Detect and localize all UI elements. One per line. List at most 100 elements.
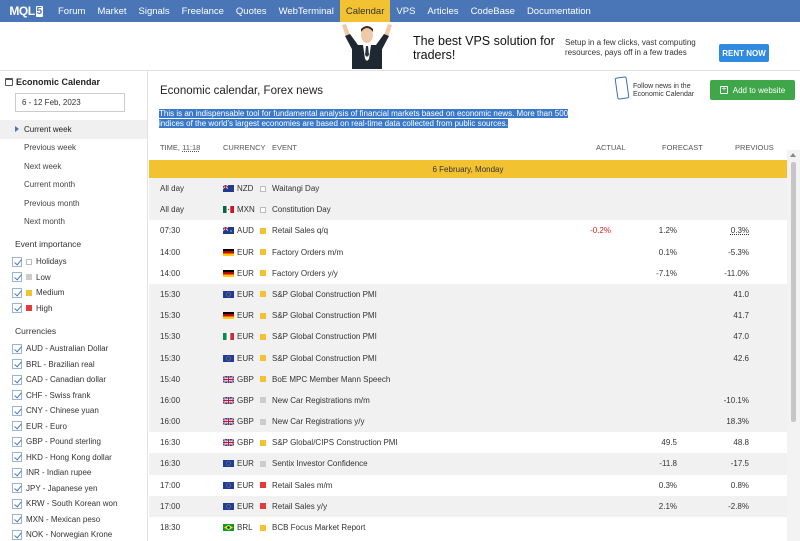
event-name-link[interactable]: S&P Global/CIPS Construction PMI bbox=[272, 438, 398, 447]
date-range-input[interactable]: 6 - 12 Feb, 2023 bbox=[15, 93, 125, 112]
table-row[interactable]: 16:00 GBP New Car Registrations m/m -10.1% bbox=[149, 389, 787, 412]
importance-option[interactable]: Low bbox=[12, 270, 147, 286]
event-time: 07:30 bbox=[160, 226, 181, 236]
table-row[interactable]: 14:00 EUR Factory Orders m/m 0.1% -5.3% bbox=[149, 242, 787, 263]
nav-item-market[interactable]: Market bbox=[91, 0, 132, 22]
table-row[interactable]: 15:30 EUR S&P Global Construction PMI 41.7 bbox=[149, 305, 787, 327]
nav-item-signals[interactable]: Signals bbox=[133, 0, 176, 22]
event-name-link[interactable]: New Car Registrations y/y bbox=[272, 417, 364, 426]
currency-option[interactable]: CAD - Canadian dollar bbox=[12, 372, 147, 388]
checkbox-checked-icon[interactable] bbox=[12, 421, 22, 432]
importance-option[interactable]: Medium bbox=[12, 285, 147, 301]
event-name-link[interactable]: Retail Sales y/y bbox=[272, 502, 327, 511]
checkbox-checked-icon[interactable] bbox=[12, 303, 22, 314]
banner-headline[interactable]: The best VPS solution for traders! bbox=[413, 34, 563, 62]
nav-item-quotes[interactable]: Quotes bbox=[230, 0, 273, 22]
currency-option[interactable]: INR - Indian rupee bbox=[12, 465, 147, 481]
add-to-website-button[interactable]: Add to website bbox=[710, 80, 795, 100]
table-row[interactable]: 15:40 GBP BoE MPC Member Mann Speech bbox=[149, 368, 787, 390]
period-item[interactable]: Previous month bbox=[0, 194, 147, 213]
checkbox-checked-icon[interactable] bbox=[12, 343, 22, 354]
nav-item-webterminal[interactable]: WebTerminal bbox=[273, 0, 340, 22]
currency-option[interactable]: NOK - Norwegian Krone bbox=[12, 527, 147, 541]
table-row[interactable]: All day NZD Waitangi Day bbox=[149, 178, 787, 200]
event-name-link[interactable]: S&P Global Construction PMI bbox=[272, 311, 377, 320]
period-item[interactable]: Next week bbox=[0, 157, 147, 176]
mql5-logo[interactable]: MQL 5 bbox=[0, 0, 52, 22]
nav-item-articles[interactable]: Articles bbox=[421, 0, 464, 22]
checkbox-checked-icon[interactable] bbox=[12, 483, 22, 494]
scroll-up-icon[interactable] bbox=[790, 153, 796, 157]
checkbox-checked-icon[interactable] bbox=[12, 498, 22, 509]
current-time[interactable]: 11:18 bbox=[182, 143, 200, 152]
currency-option[interactable]: CHF - Swiss frank bbox=[12, 388, 147, 404]
scrollbar[interactable] bbox=[787, 150, 800, 541]
currency-option[interactable]: MXN - Mexican peso bbox=[12, 512, 147, 528]
event-name-link[interactable]: Constitution Day bbox=[272, 205, 331, 214]
nav-item-vps[interactable]: VPS bbox=[390, 0, 421, 22]
period-item[interactable]: Previous week bbox=[0, 139, 147, 158]
event-name-link[interactable]: BCB Focus Market Report bbox=[272, 523, 365, 532]
table-row[interactable]: 16:30 EUR Sentix Investor Confidence -11.8 -… bbox=[149, 453, 787, 475]
currency-option[interactable]: GBP - Pound sterling bbox=[12, 434, 147, 450]
event-name-link[interactable]: S&P Global Construction PMI bbox=[272, 354, 377, 363]
importance-option[interactable]: High bbox=[12, 301, 147, 317]
table-row[interactable]: 16:30 GBP S&P Global/CIPS Construction PMI… bbox=[149, 432, 787, 453]
period-item[interactable]: Current month bbox=[0, 176, 147, 195]
rent-now-button[interactable]: RENT NOW bbox=[719, 44, 769, 62]
currency-option[interactable]: BRL - Brazilian real bbox=[12, 357, 147, 373]
event-name-link[interactable]: New Car Registrations m/m bbox=[272, 396, 370, 405]
checkbox-checked-icon[interactable] bbox=[12, 390, 22, 401]
nav-item-codebase[interactable]: CodeBase bbox=[465, 0, 521, 22]
currency-option[interactable]: KRW - South Korean won bbox=[12, 496, 147, 512]
checkbox-checked-icon[interactable] bbox=[12, 359, 22, 370]
checkbox-checked-icon[interactable] bbox=[12, 405, 22, 416]
table-row[interactable]: 17:00 EUR Retail Sales y/y 2.1% -2.8% bbox=[149, 495, 787, 517]
nav-item-calendar[interactable]: Calendar bbox=[339, 0, 391, 22]
currency-option[interactable]: CNY - Chinese yuan bbox=[12, 403, 147, 419]
event-time: 15:30 bbox=[160, 311, 181, 321]
period-item[interactable]: Current week bbox=[0, 120, 147, 139]
event-name-link[interactable]: Sentix Investor Confidence bbox=[272, 459, 368, 468]
importance-option[interactable]: Holidays bbox=[12, 254, 147, 270]
table-row[interactable]: 15:30 EUR S&P Global Construction PMI 41.0 bbox=[149, 283, 787, 306]
checkbox-checked-icon[interactable] bbox=[12, 272, 22, 283]
checkbox-checked-icon[interactable] bbox=[12, 256, 22, 267]
table-row[interactable]: All day MXN Constitution Day bbox=[149, 199, 787, 221]
phone-icon[interactable] bbox=[614, 76, 630, 100]
event-name-link[interactable]: BoE MPC Member Mann Speech bbox=[272, 375, 390, 384]
vps-banner[interactable]: The best VPS solution for traders! Setup… bbox=[0, 22, 800, 70]
table-row[interactable]: 16:00 GBP New Car Registrations y/y 18.3% bbox=[149, 411, 787, 433]
currency-option[interactable]: AUD - Australian Dollar bbox=[12, 341, 147, 357]
currency-option[interactable]: EUR - Euro bbox=[12, 419, 147, 435]
checkbox-checked-icon[interactable] bbox=[12, 514, 22, 525]
nav-item-documentation[interactable]: Documentation bbox=[521, 0, 597, 22]
event-name-link[interactable]: Retail Sales q/q bbox=[272, 226, 328, 235]
scroll-thumb[interactable] bbox=[791, 162, 796, 422]
currency-column-header: CURRENCY bbox=[223, 143, 266, 152]
table-row[interactable]: 17:00 EUR Retail Sales m/m 0.3% 0.8% bbox=[149, 475, 787, 496]
checkbox-checked-icon[interactable] bbox=[12, 529, 22, 540]
checkbox-checked-icon[interactable] bbox=[12, 287, 22, 298]
checkbox-checked-icon[interactable] bbox=[12, 467, 22, 478]
event-name-link[interactable]: Factory Orders y/y bbox=[272, 269, 338, 278]
table-row[interactable]: 15:30 EUR S&P Global Construction PMI 42.6 bbox=[149, 347, 787, 369]
event-name-link[interactable]: Retail Sales m/m bbox=[272, 481, 332, 490]
period-item[interactable]: Next month bbox=[0, 213, 147, 232]
checkbox-checked-icon[interactable] bbox=[12, 436, 22, 447]
nav-item-freelance[interactable]: Freelance bbox=[176, 0, 230, 22]
checkbox-checked-icon[interactable] bbox=[12, 374, 22, 385]
table-row[interactable]: 15:30 EUR S&P Global Construction PMI 47.0 bbox=[149, 326, 787, 348]
table-row[interactable]: 14:00 EUR Factory Orders y/y -7.1% -11.0% bbox=[149, 263, 787, 284]
checkbox-checked-icon[interactable] bbox=[12, 452, 22, 463]
event-name-link[interactable]: Factory Orders m/m bbox=[272, 248, 343, 257]
follow-news-link[interactable]: Follow news in the Economic Calendar bbox=[633, 83, 703, 99]
event-name-link[interactable]: S&P Global Construction PMI bbox=[272, 332, 377, 341]
currency-option[interactable]: HKD - Hong Kong dollar bbox=[12, 450, 147, 466]
table-row[interactable]: 18:30 BRL BCB Focus Market Report bbox=[149, 517, 787, 538]
table-row[interactable]: 07:30 AUD Retail Sales q/q -0.2% 1.2% 0.3% bbox=[149, 220, 787, 241]
currency-option[interactable]: JPY - Japanese yen bbox=[12, 481, 147, 497]
nav-item-forum[interactable]: Forum bbox=[52, 0, 91, 22]
event-name-link[interactable]: Waitangi Day bbox=[272, 184, 319, 193]
event-name-link[interactable]: S&P Global Construction PMI bbox=[272, 290, 377, 299]
